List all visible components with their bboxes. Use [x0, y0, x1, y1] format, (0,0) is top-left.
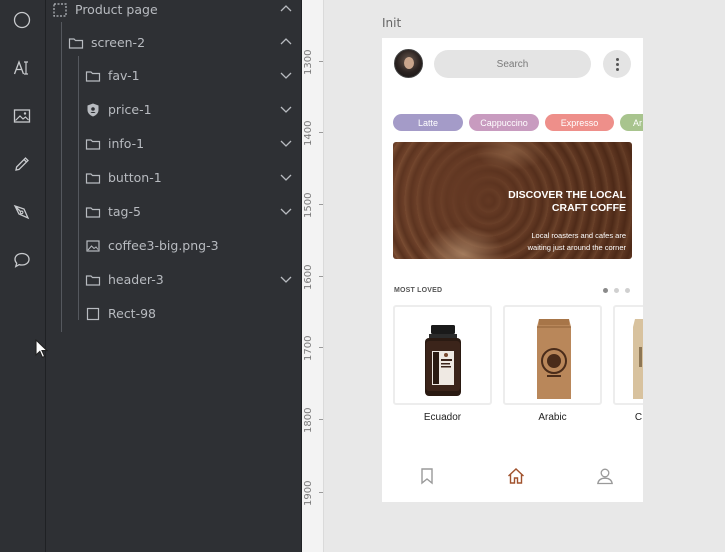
category-chip-partial[interactable]: Ar [620, 114, 643, 131]
category-chip-latte[interactable]: Latte [393, 114, 463, 131]
layer-label: coffee3-big.png-3 [108, 238, 219, 253]
layer-label: info-1 [108, 136, 145, 151]
product-name: C [634, 412, 643, 423]
home-icon[interactable] [507, 467, 525, 485]
vertical-dots-icon [615, 57, 619, 72]
folder-icon [85, 173, 101, 184]
banner-title: DISCOVER THE LOCAL CRAFT COFFE [486, 189, 626, 215]
chevron-down-icon[interactable] [279, 204, 293, 218]
ruler-tick [319, 347, 323, 348]
layer-row-coffee-image[interactable]: coffee3-big.png-3 [46, 234, 301, 260]
chevron-down-icon[interactable] [279, 102, 293, 116]
banner-subtitle-line: waiting just around the corner [527, 243, 626, 252]
pen-tool-icon[interactable] [11, 201, 33, 223]
category-chip-expresso[interactable]: Expresso [545, 114, 614, 131]
folder-icon [85, 71, 101, 82]
ruler-label: 1600 [303, 264, 314, 290]
image-icon [86, 240, 100, 252]
banner-title-line: DISCOVER THE LOCAL [508, 189, 626, 201]
ruler-tick [319, 132, 323, 133]
layer-label: tag-5 [108, 204, 141, 219]
coffee-bag-image [537, 319, 571, 399]
layer-row-rect-98[interactable]: Rect-98 [46, 302, 301, 328]
layer-label: fav-1 [108, 68, 140, 83]
product-card[interactable] [393, 305, 492, 405]
ellipse-icon[interactable] [11, 9, 33, 31]
folder-icon [85, 139, 101, 150]
vertical-ruler: 1300 1400 1500 1600 1700 1800 1900 [302, 0, 324, 552]
layer-label: header-3 [108, 272, 164, 287]
user-icon[interactable] [596, 467, 614, 485]
layers-panel: Product page screen-2 fav-1 price-1 info… [46, 0, 302, 552]
chevron-up-icon[interactable] [279, 2, 293, 16]
frame-icon [53, 3, 67, 17]
banner-title-line: CRAFT COFFE [551, 202, 626, 214]
text-ai-icon[interactable] [11, 57, 33, 79]
ruler-label: 1300 [303, 49, 314, 75]
hero-banner[interactable]: DISCOVER THE LOCAL CRAFT COFFE Local roa… [393, 142, 632, 259]
rectangle-icon [86, 307, 100, 321]
comment-icon[interactable] [11, 249, 33, 271]
layer-row-price-1[interactable]: price-1 [46, 98, 301, 124]
image-icon[interactable] [11, 105, 33, 127]
bookmark-icon[interactable] [418, 467, 436, 485]
chevron-up-icon[interactable] [279, 35, 293, 49]
banner-subtitle-line: Local roasters and cafes are [531, 231, 626, 240]
ruler-tick [319, 419, 323, 420]
chevron-down-icon[interactable] [279, 136, 293, 150]
ruler-label: 1700 [303, 335, 314, 361]
pencil-icon[interactable] [11, 153, 33, 175]
search-input[interactable]: Search [434, 50, 591, 78]
product-card[interactable] [613, 305, 643, 405]
product-card[interactable] [503, 305, 602, 405]
pager-dot-active[interactable] [603, 288, 608, 293]
artboard-title[interactable]: Init [382, 16, 401, 30]
folder-icon [85, 275, 101, 286]
ruler-label: 1900 [303, 480, 314, 506]
pager-dot[interactable] [625, 288, 630, 293]
folder-icon [68, 38, 84, 49]
pager-dot[interactable] [614, 288, 619, 293]
layer-row-fav-1[interactable]: fav-1 [46, 64, 301, 90]
ruler-label: 1800 [303, 407, 314, 433]
layer-label: Product page [75, 2, 158, 17]
avatar[interactable] [394, 49, 423, 78]
coffee-jar-image [425, 325, 461, 396]
layer-label: price-1 [108, 102, 152, 117]
chevron-down-icon[interactable] [279, 272, 293, 286]
artboard[interactable]: Search Latte Cappuccino Expresso Ar DISC… [382, 38, 643, 502]
ruler-tick [319, 492, 323, 493]
layer-row-header-3[interactable]: header-3 [46, 268, 301, 294]
layer-row-info-1[interactable]: info-1 [46, 132, 301, 158]
coffee-bag-image [633, 319, 643, 399]
ruler-tick [319, 204, 323, 205]
folder-icon [85, 207, 101, 218]
ruler-tick [319, 61, 323, 62]
product-name: Arabic [538, 412, 567, 423]
layer-row-product-page[interactable]: Product page [46, 0, 301, 24]
layer-label: Rect-98 [108, 306, 157, 321]
category-chip-cappuccino[interactable]: Cappuccino [469, 114, 539, 131]
tool-rail [0, 0, 46, 552]
mouse-cursor-icon [35, 339, 49, 359]
section-title: MOST LOVED [394, 287, 443, 294]
layer-label: button-1 [108, 170, 162, 185]
layer-label: screen-2 [91, 35, 146, 50]
banner-subtitle: Local roasters and cafes are waiting jus… [496, 230, 626, 254]
layer-row-screen-2[interactable]: screen-2 [46, 31, 301, 57]
chevron-down-icon[interactable] [279, 68, 293, 82]
ruler-tick [319, 276, 323, 277]
ruler-label: 1400 [303, 120, 314, 146]
ruler-label: 1500 [303, 192, 314, 218]
layer-row-tag-5[interactable]: tag-5 [46, 200, 301, 226]
chevron-down-icon[interactable] [279, 170, 293, 184]
more-options-button[interactable] [603, 50, 631, 78]
product-name: Ecuador [423, 412, 462, 423]
shield-icon [87, 103, 99, 117]
layer-row-button-1[interactable]: button-1 [46, 166, 301, 192]
